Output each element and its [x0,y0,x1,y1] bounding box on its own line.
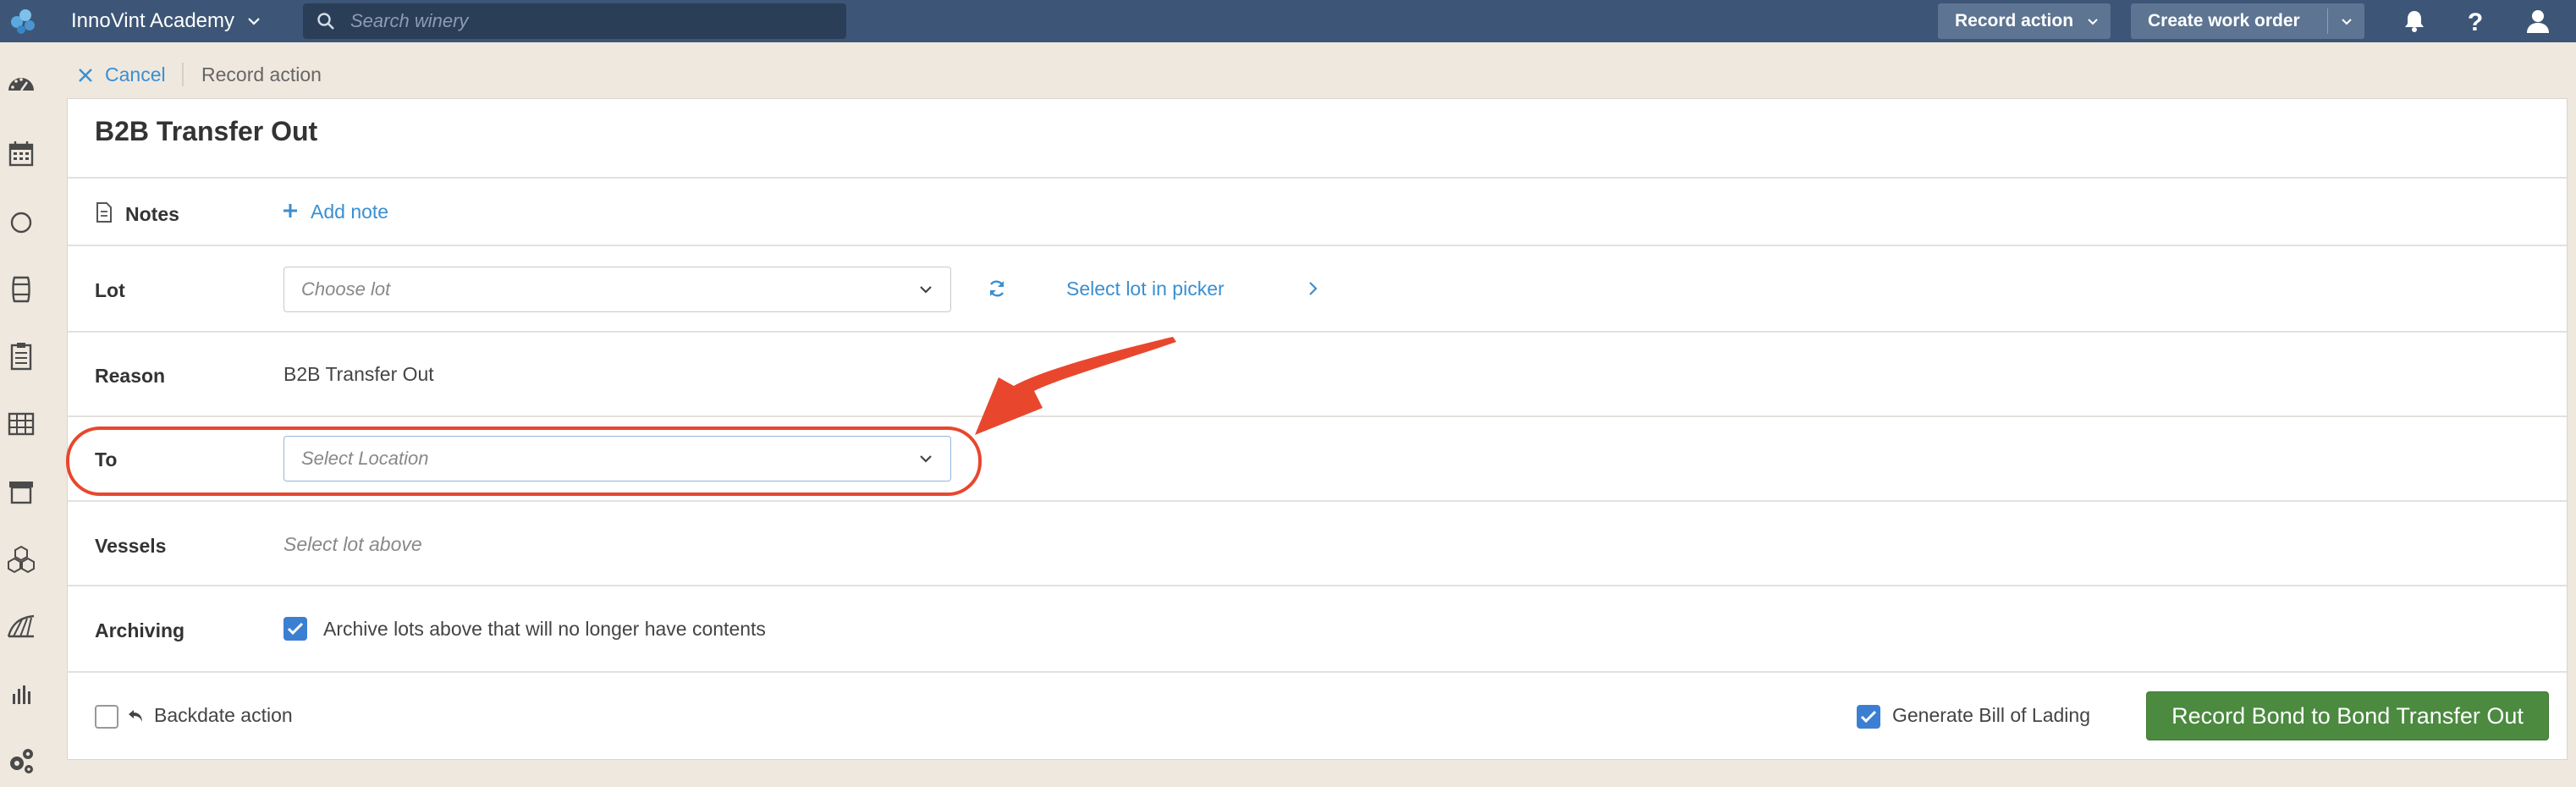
org-switcher[interactable]: InnoVint Academy [71,0,234,42]
vessels-value: Select lot above [283,533,422,555]
search-placeholder: Search winery [350,10,469,31]
dashboard-icon[interactable] [5,69,37,101]
divider [68,331,2567,333]
chevron-down-icon [920,455,932,463]
clipboard-icon[interactable] [5,340,37,372]
checkmark-icon [1860,710,1877,724]
to-label: To [95,449,118,471]
divider [68,500,2567,502]
innovint-logo[interactable] [7,5,41,37]
calendar-icon[interactable] [5,138,37,170]
backdate-checkbox[interactable] [95,705,118,729]
backdate-label[interactable]: Backdate action [154,704,293,727]
reason-value: B2B Transfer Out [283,363,434,385]
record-transfer-button[interactable]: Record Bond to Bond Transfer Out [2146,691,2549,740]
barrel-icon[interactable] [5,273,37,305]
lot-placeholder: Choose lot [301,278,391,300]
notes-label: Notes [125,203,179,225]
cubes-icon[interactable] [5,543,37,575]
svg-text:?: ? [2468,8,2483,36]
bell-icon[interactable] [2400,7,2429,36]
chevron-down-icon[interactable] [244,11,264,31]
divider [68,177,2567,179]
chevron-down-icon[interactable] [2337,12,2356,30]
reason-label: Reason [95,365,166,387]
circle-icon[interactable] [5,206,37,238]
refresh-icon[interactable] [987,278,1007,299]
record-transfer-label: Record Bond to Bond Transfer Out [2171,703,2524,729]
select-lot-in-picker-link[interactable]: Select lot in picker [1066,278,1225,300]
undo-icon [129,710,142,722]
record-action-label: Record action [1955,11,2074,30]
breadcrumb-divider [182,63,184,86]
divider [68,585,2567,586]
bar-chart-icon[interactable] [5,679,37,711]
left-sidebar [0,42,42,787]
generate-bol-checkbox[interactable] [1857,705,1880,729]
vineyard-icon[interactable] [5,611,37,643]
checkmark-icon [287,622,304,636]
record-action-button[interactable]: Record action [1938,3,2111,39]
top-navbar: InnoVint Academy Search winery Record ac… [0,0,2576,42]
plus-icon[interactable] [282,202,299,219]
divider [68,671,2567,673]
create-work-order-label: Create work order [2148,11,2300,30]
chevron-down-icon [2088,19,2098,25]
search-input[interactable]: Search winery [303,3,846,39]
chevron-down-icon [920,286,932,294]
page-title: B2B Transfer Out [95,116,318,146]
document-icon [96,202,112,223]
lot-label: Lot [95,279,125,301]
record-action-form: B2B Transfer Out Notes Add note Lot Choo… [67,98,2568,760]
divider [68,416,2567,417]
grid-icon[interactable] [5,408,37,440]
chevron-right-icon[interactable] [1307,279,1320,298]
lot-select[interactable]: Choose lot [283,267,951,312]
add-note-link[interactable]: Add note [311,201,388,223]
divider [68,245,2567,246]
to-location-placeholder: Select Location [301,448,429,469]
close-icon[interactable] [76,66,95,85]
user-icon[interactable] [2524,7,2552,36]
archiving-label: Archiving [95,619,185,641]
help-icon[interactable]: ? [2461,7,2490,36]
breadcrumb-current: Record action [201,63,322,85]
to-location-select[interactable]: Select Location [283,436,951,482]
archive-icon[interactable] [5,476,37,508]
button-divider [2327,8,2328,34]
generate-bol-label[interactable]: Generate Bill of Lading [1892,704,2090,727]
archive-lots-checkbox[interactable] [283,617,307,641]
search-icon [317,13,334,30]
create-work-order-button[interactable]: Create work order [2131,3,2364,39]
archive-lots-label[interactable]: Archive lots above that will no longer h… [323,618,766,641]
vessels-label: Vessels [95,535,167,557]
settings-icon[interactable] [5,745,37,777]
cancel-link[interactable]: Cancel [105,59,166,90]
